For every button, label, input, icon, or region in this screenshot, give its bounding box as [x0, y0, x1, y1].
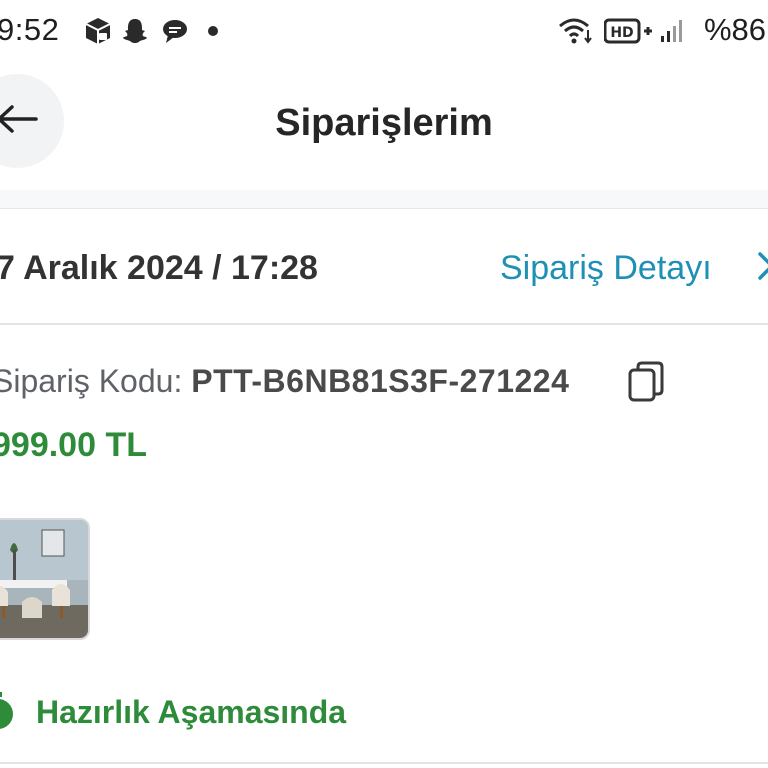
- section-divider: [0, 190, 768, 209]
- product-thumbnail[interactable]: [0, 518, 90, 640]
- order-code-row: Sipariş Kodu: PTT-B6NB81S3F-271224: [0, 363, 569, 400]
- chat-bubble-icon: [160, 16, 190, 51]
- order-code-value: PTT-B6NB81S3F-271224: [191, 363, 570, 399]
- svg-text:HD: HD: [610, 25, 633, 41]
- package-lock-icon: [84, 16, 112, 51]
- signal-icon: [660, 18, 684, 49]
- status-time: 9:52: [0, 12, 60, 47]
- card-divider: [0, 762, 768, 764]
- order-price: 999.00 TL: [0, 426, 147, 464]
- order-code-label: Sipariş Kodu:: [0, 363, 183, 399]
- copy-icon[interactable]: [626, 360, 666, 409]
- app-header: Siparişlerim: [0, 62, 768, 190]
- wifi-icon: [556, 16, 596, 51]
- timer-icon: [0, 690, 16, 737]
- status-bar: 9:52 HD %86: [0, 0, 768, 62]
- order-detail-link[interactable]: Sipariş Detayı: [500, 249, 712, 288]
- hd-plus-icon: HD: [603, 17, 652, 50]
- page-title: Siparişlerim: [275, 102, 493, 144]
- order-card-header: 7 Aralık 2024 / 17:28 Sipariş Detayı: [0, 209, 768, 325]
- snapchat-icon: [120, 16, 150, 51]
- chevron-right-icon[interactable]: [756, 250, 768, 287]
- dot-icon: [207, 24, 219, 42]
- dining-table-set-image: [0, 520, 88, 638]
- order-date: 7 Aralık 2024 / 17:28: [0, 249, 318, 287]
- battery-level: %86: [703, 12, 766, 47]
- order-status-text: Hazırlık Aşamasında: [36, 694, 347, 730]
